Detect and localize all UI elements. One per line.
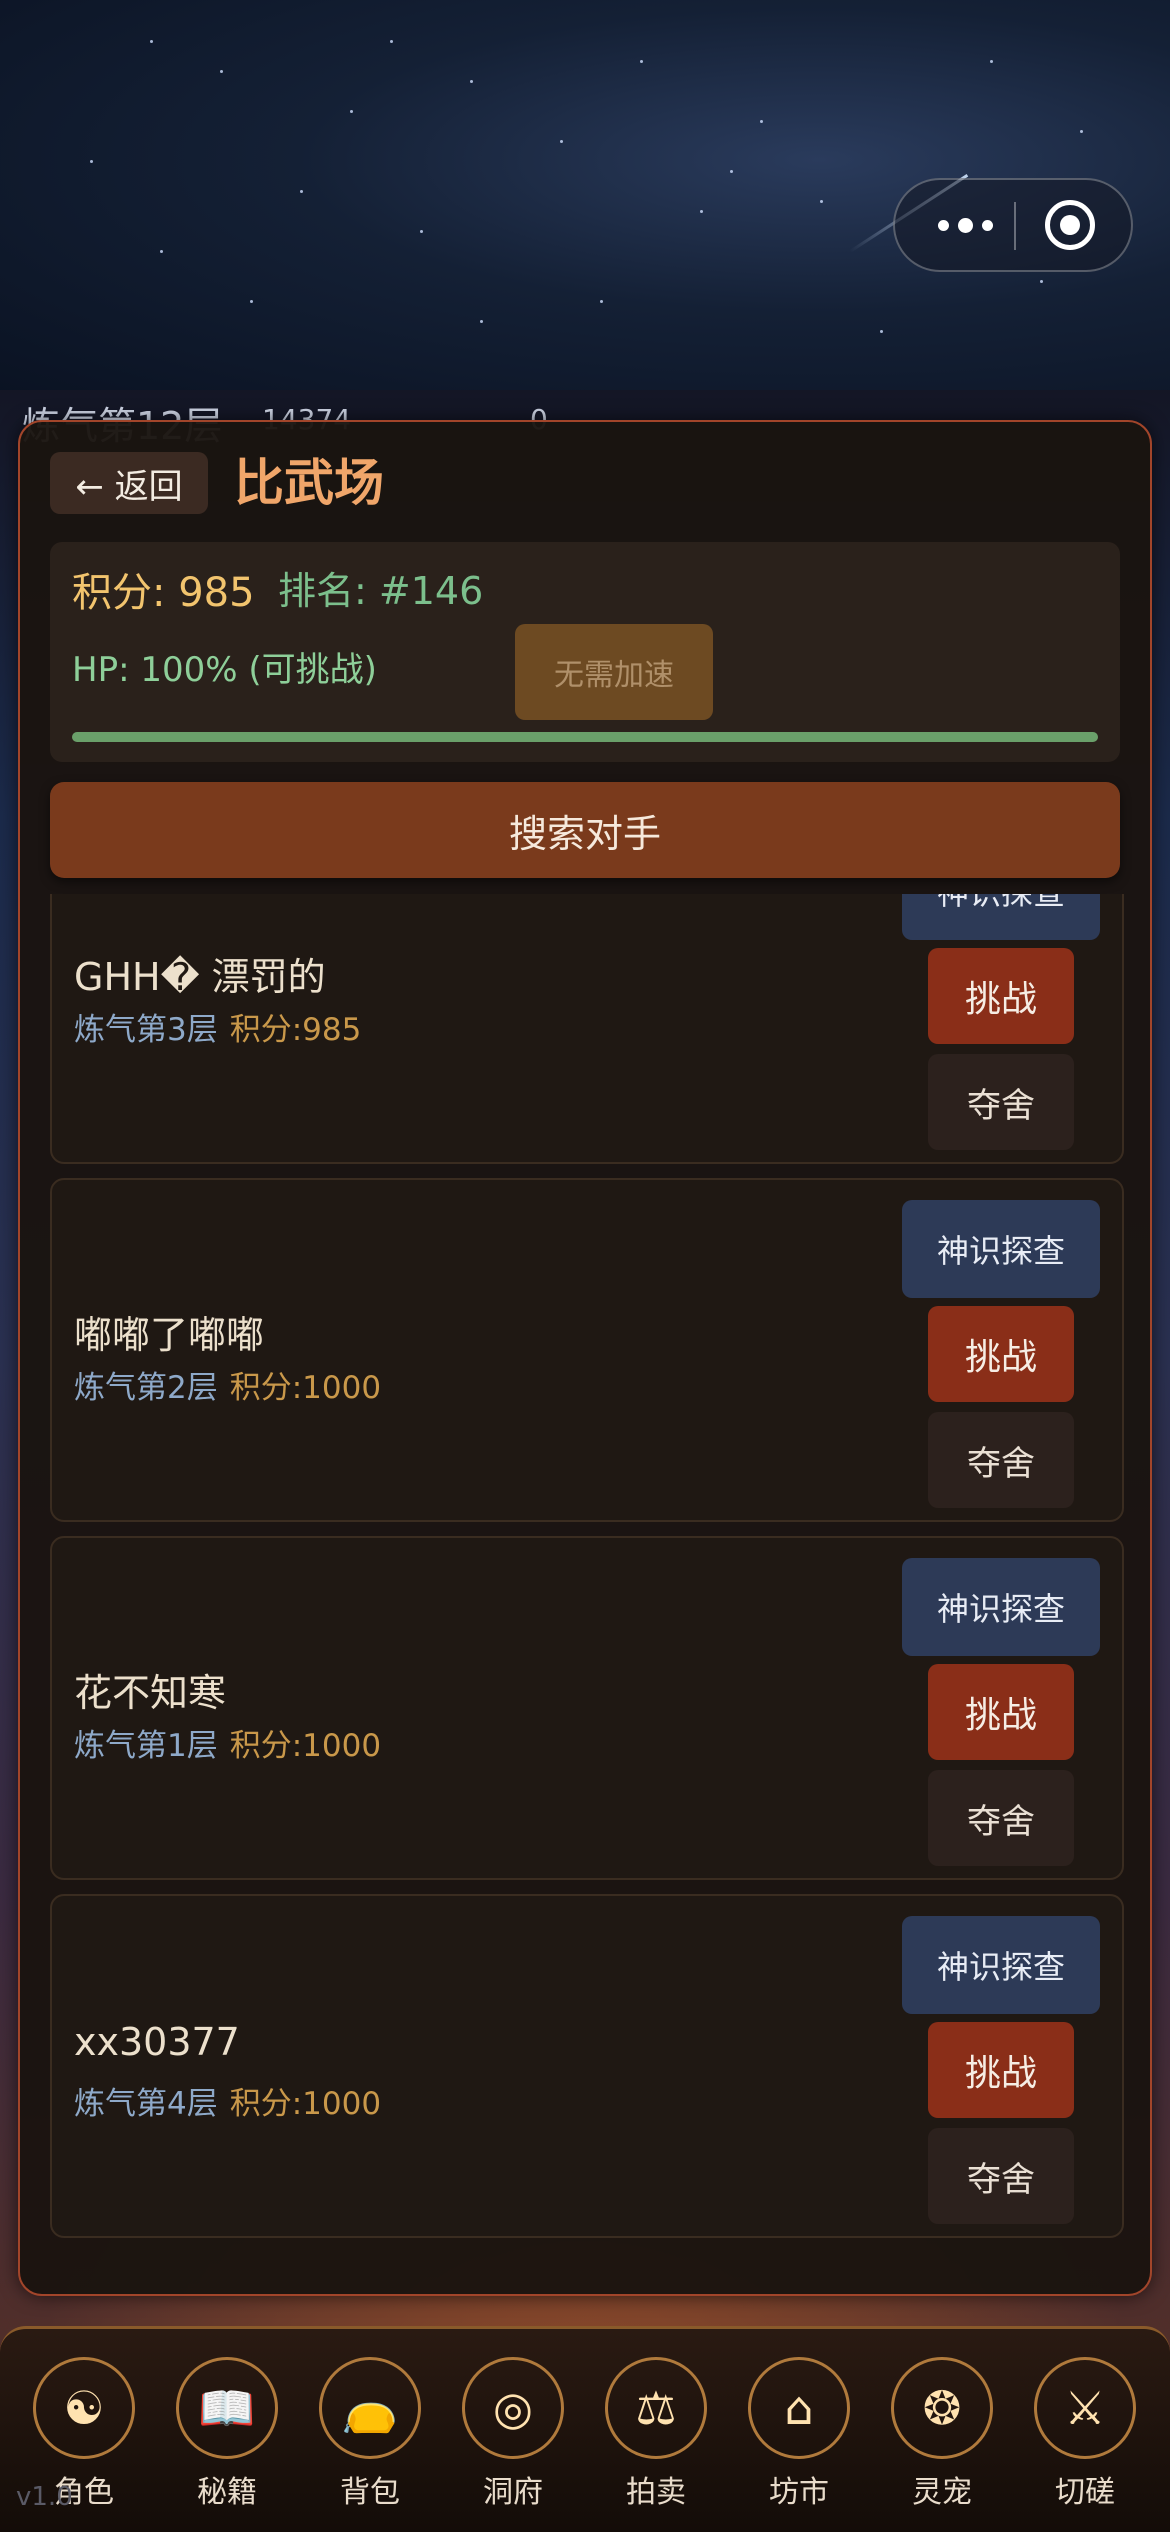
star	[760, 120, 763, 123]
nav-label: 灵宠	[912, 2475, 972, 2510]
nav-item-1[interactable]: 📖 秘籍	[167, 2357, 287, 2527]
challenge-button[interactable]: 挑战	[928, 1664, 1074, 1760]
nav-label: 拍卖	[626, 2475, 686, 2510]
opponent-level: 炼气第3层	[74, 1012, 218, 1048]
star	[730, 170, 733, 173]
opponent-meta: 炼气第2层 积分:1000	[74, 1362, 381, 1407]
star	[1040, 280, 1043, 283]
bottom-navigation: ☯ 角色 📖 秘籍 👝 背包 ◎ 洞府 ⚖ 拍卖 ⌂ 坊市 ❂ 灵宠 ⚔ 切磋	[0, 2326, 1170, 2532]
star	[560, 140, 563, 143]
star	[390, 40, 393, 43]
capsule-divider	[1014, 202, 1016, 250]
rank-label: 排名: #146	[278, 569, 484, 613]
probe-button[interactable]: 神识探查	[902, 1200, 1100, 1298]
star	[150, 40, 153, 43]
opponent-points: 积分:985	[229, 1012, 362, 1048]
cave-icon: ◎	[462, 2357, 564, 2459]
nav-item-5[interactable]: ⌂ 坊市	[739, 2357, 859, 2527]
market-icon: ⌂	[748, 2357, 850, 2459]
mini-program-capsule	[893, 178, 1133, 272]
target-circle-icon[interactable]	[1045, 200, 1095, 250]
hp-bar-fill	[72, 732, 1098, 742]
spar-icon: ⚔	[1034, 2357, 1136, 2459]
opponent-points: 积分:1000	[229, 1370, 382, 1406]
more-dots-icon[interactable]	[915, 180, 1015, 270]
opponent-card: GHH� 漂罚的炼气第3层积分:985神识探查挑战夺舍	[50, 894, 1124, 1164]
opponent-meta: 炼气第3层 积分:985	[74, 1004, 361, 1049]
character-icon: ☯	[33, 2357, 135, 2459]
player-info-box: 积分: 985 排名: #146 HP: 100% (可挑战) 无需加速	[50, 542, 1120, 762]
version-label: v1.0	[16, 2482, 73, 2512]
hp-bar	[72, 732, 1098, 742]
opponent-card: 嘟嘟了嘟嘟炼气第2层 积分:1000 神识探查 挑战夺舍	[50, 1178, 1124, 1522]
opponent-name: 花不知寒	[74, 1671, 227, 1715]
nav-label: 坊市	[769, 2475, 829, 2510]
opponent-name: xx30377	[74, 2020, 240, 2064]
star	[300, 190, 303, 193]
seize-button[interactable]: 夺舍	[928, 1054, 1074, 1150]
star	[420, 230, 423, 233]
opponent-meta: 炼气第4层 积分:1000	[74, 2078, 381, 2123]
probe-button[interactable]: 神识探查	[902, 1558, 1100, 1656]
hp-label: HP: 100% (可挑战)	[72, 650, 377, 690]
star	[160, 250, 163, 253]
nav-label: 切磋	[1055, 2475, 1115, 2510]
challenge-button[interactable]: 挑战	[928, 2022, 1074, 2118]
score-label: 积分: 985	[72, 570, 255, 616]
nav-item-7[interactable]: ⚔ 切磋	[1025, 2357, 1145, 2527]
bag-icon: 👝	[319, 2357, 421, 2459]
nav-item-4[interactable]: ⚖ 拍卖	[596, 2357, 716, 2527]
seize-button[interactable]: 夺舍	[928, 1770, 1074, 1866]
page-title: 比武场	[234, 454, 384, 512]
star	[880, 330, 883, 333]
star	[640, 60, 643, 63]
opponent-card: 花不知寒炼气第1层 积分:1000 神识探查 挑战夺舍	[50, 1536, 1124, 1880]
star	[350, 110, 353, 113]
star	[250, 300, 253, 303]
opponent-name: 嘟嘟了嘟嘟	[74, 1313, 265, 1357]
nav-label: 秘籍	[197, 2475, 257, 2510]
speed-up-button[interactable]: 无需加速	[515, 624, 713, 720]
seize-button[interactable]: 夺舍	[928, 2128, 1074, 2224]
nav-label: 背包	[340, 2475, 400, 2510]
star	[220, 70, 223, 73]
star	[990, 60, 993, 63]
opponent-card: xx30377 炼气第4层 积分:1000 神识探查 挑战夺舍	[50, 1894, 1124, 2238]
probe-button[interactable]: 神识探查	[902, 894, 1100, 940]
nav-item-3[interactable]: ◎ 洞府	[453, 2357, 573, 2527]
star	[700, 210, 703, 213]
search-opponent-button[interactable]: 搜索对手	[50, 782, 1120, 878]
nav-label: 洞府	[483, 2475, 543, 2510]
opponent-points: 积分:1000	[229, 1728, 382, 1764]
challenge-button[interactable]: 挑战	[928, 1306, 1074, 1402]
back-button[interactable]: ← 返回	[50, 452, 208, 514]
seize-button[interactable]: 夺舍	[928, 1412, 1074, 1508]
opponent-level: 炼气第2层	[74, 1370, 218, 1406]
opponent-name: GHH� 漂罚的	[74, 955, 326, 999]
probe-button[interactable]: 神识探查	[902, 1916, 1100, 2014]
star	[470, 80, 473, 83]
opponent-meta: 炼气第1层 积分:1000	[74, 1720, 381, 1765]
auction-icon: ⚖	[605, 2357, 707, 2459]
pet-icon: ❂	[891, 2357, 993, 2459]
opponent-level: 炼气第4层	[74, 2086, 218, 2122]
nav-item-6[interactable]: ❂ 灵宠	[882, 2357, 1002, 2527]
opponent-list[interactable]: GHH� 漂罚的炼气第3层积分:985神识探查挑战夺舍嘟嘟了嘟嘟炼气第2层积分:…	[20, 894, 1150, 2288]
star	[600, 300, 603, 303]
star	[1080, 130, 1083, 133]
opponent-points: 积分:1000	[229, 2086, 382, 2122]
nav-item-2[interactable]: 👝 背包	[310, 2357, 430, 2527]
star	[90, 160, 93, 163]
manual-book-icon: 📖	[176, 2357, 278, 2459]
opponent-level: 炼气第1层	[74, 1728, 218, 1764]
challenge-button[interactable]: 挑战	[928, 948, 1074, 1044]
star	[480, 320, 483, 323]
star	[820, 200, 823, 203]
arena-panel: ← 返回 比武场 积分: 985 排名: #146 HP: 100% (可挑战)…	[18, 420, 1152, 2296]
